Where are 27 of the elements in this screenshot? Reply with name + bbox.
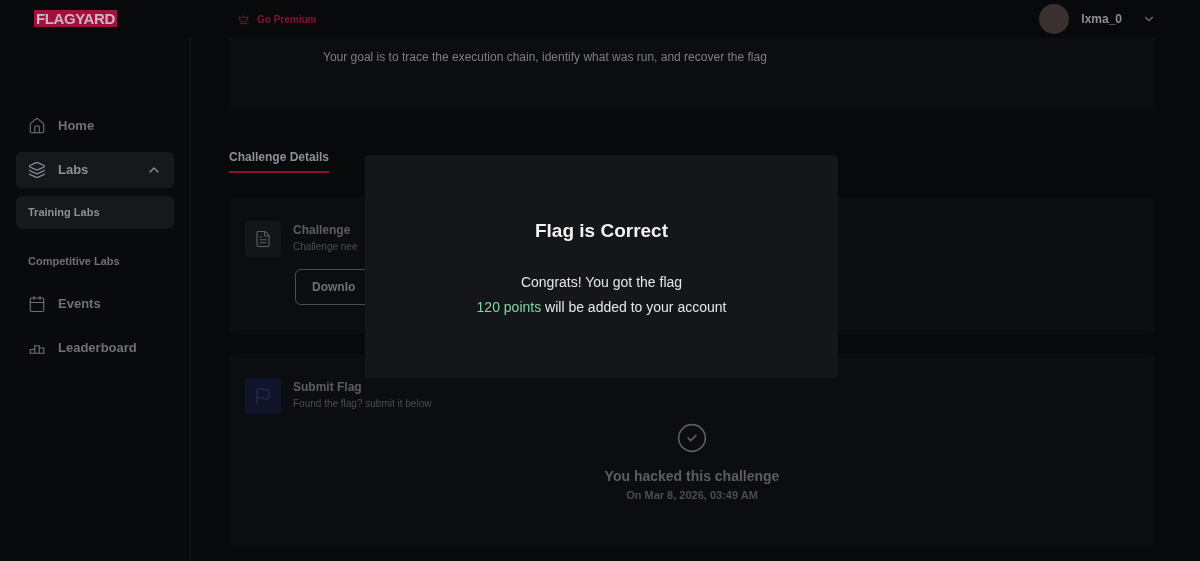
nav-subitem[interactable]: Competitive Labs xyxy=(16,245,174,278)
home-icon xyxy=(28,117,46,135)
modal-message: Congrats! You got the flag xyxy=(520,272,683,292)
nav-item[interactable]: Labs xyxy=(16,152,174,188)
tab[interactable]: Challenge Details xyxy=(229,143,330,173)
layers-icon xyxy=(28,161,46,179)
nav-item[interactable]: Home xyxy=(16,108,174,144)
nav-item[interactable]: Leaderboard xyxy=(16,330,174,366)
crown-icon xyxy=(238,13,249,25)
card-title: Submit Flag xyxy=(293,379,363,396)
check-circle-icon xyxy=(676,422,708,454)
modal-title: Flag is Correct xyxy=(534,219,668,243)
calendar-icon xyxy=(28,295,46,313)
nav-item[interactable]: Events xyxy=(16,286,174,322)
card-title: Challenge xyxy=(293,222,352,239)
status-text: You hacked this challenge xyxy=(604,467,780,486)
premium-link[interactable]: Go Premium xyxy=(238,11,317,27)
flag-icon xyxy=(254,387,272,405)
document-icon xyxy=(254,230,272,248)
card-subtitle: Challenge nee xyxy=(293,240,358,254)
date-text: On Mar 8, 2026, 03:49 AM xyxy=(626,488,758,503)
nav-subitem[interactable]: Training Labs xyxy=(16,196,174,229)
user-name[interactable]: lxma_0 xyxy=(1081,10,1122,28)
modal-points-message: 120 points will be added to your account xyxy=(476,297,727,317)
goal-text: Your goal is to trace the execution chain, identify what was run, and recover the flag xyxy=(323,49,768,66)
logo[interactable]: FLAGYARD xyxy=(34,10,117,27)
card-subtitle: Found the flag? submit it below xyxy=(293,397,432,411)
